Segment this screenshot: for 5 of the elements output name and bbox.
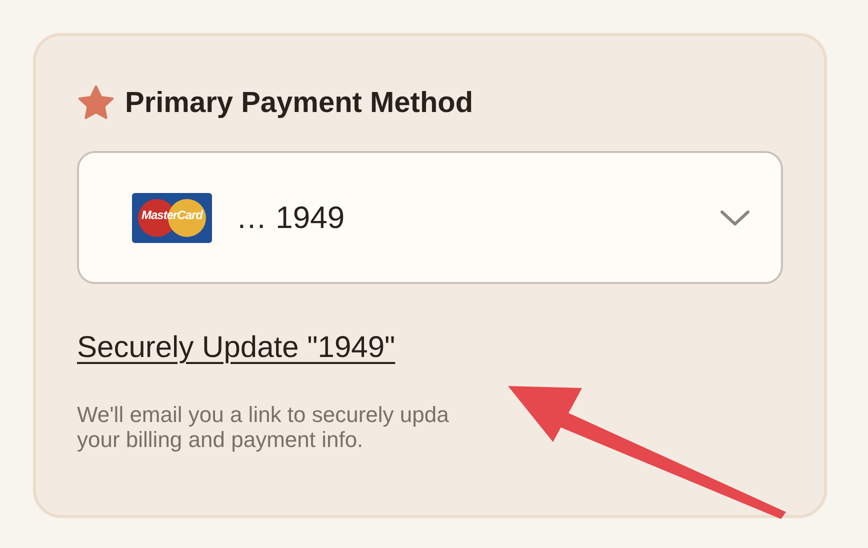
- update-link[interactable]: Securely Update "1949": [77, 330, 396, 366]
- chevron-down-icon: [719, 208, 751, 228]
- star-icon: [77, 85, 115, 121]
- section-title: Primary Payment Method: [125, 86, 474, 120]
- hint-text: We'll email you a link to securely upda your billing and payment info.: [77, 402, 450, 452]
